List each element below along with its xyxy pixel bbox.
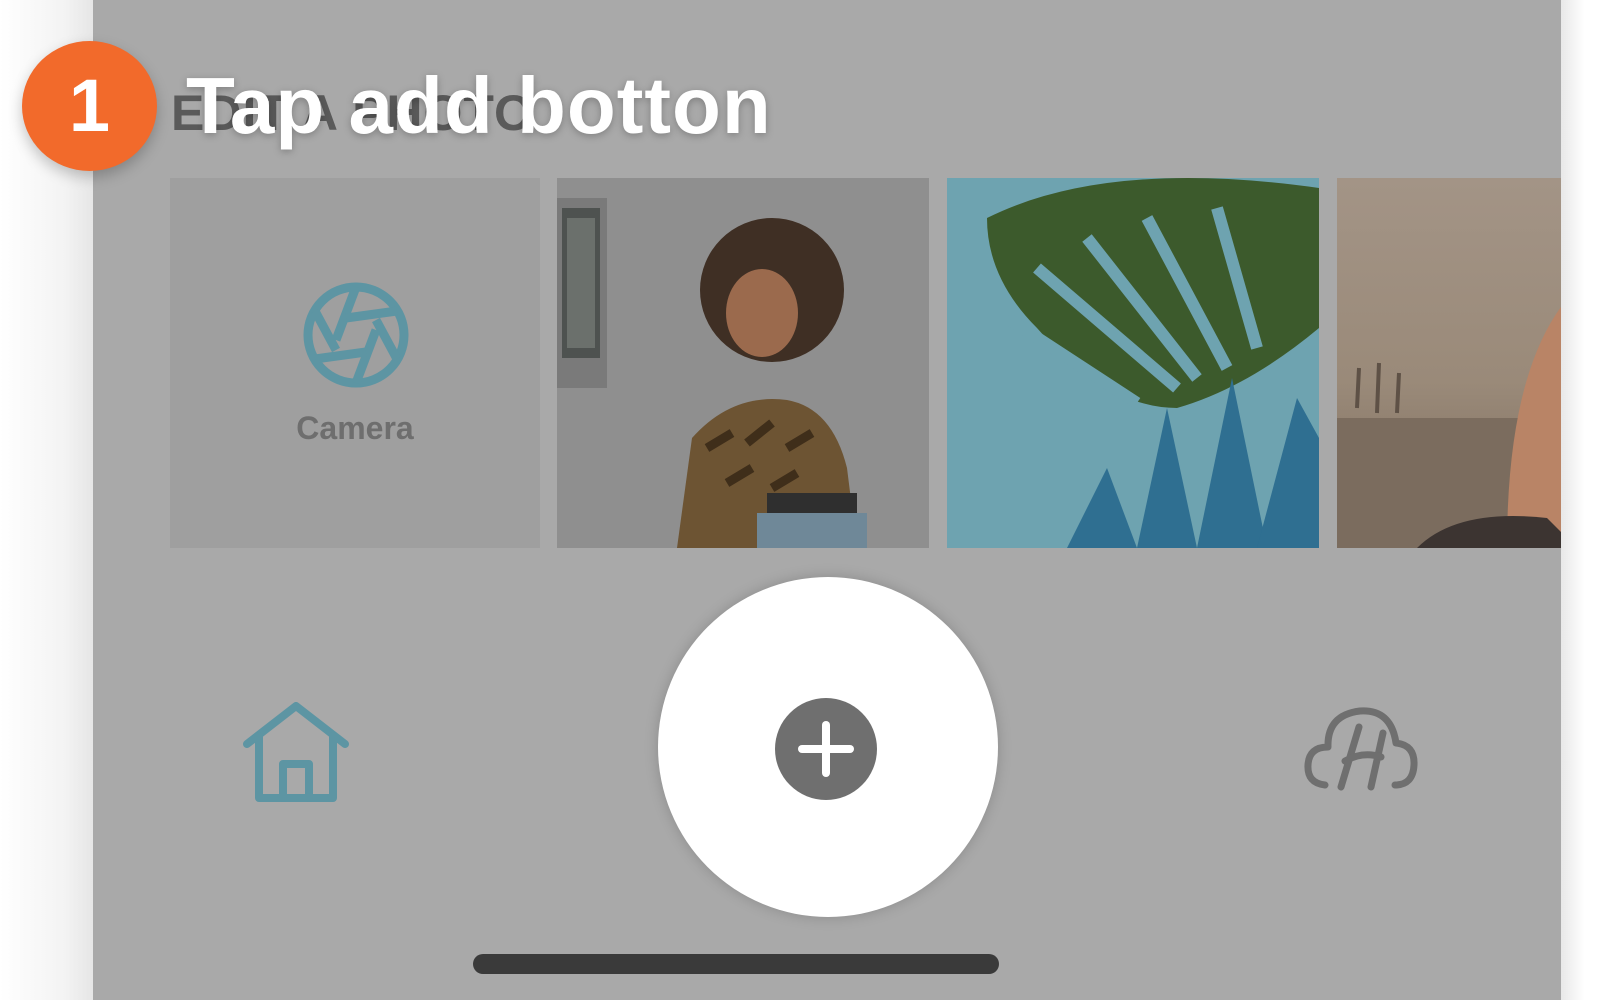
plus-icon-stem bbox=[822, 721, 830, 777]
cloud-h-icon[interactable] bbox=[1303, 705, 1418, 795]
bottom-nav-bar bbox=[93, 560, 1561, 1000]
camera-shutter-icon bbox=[303, 282, 409, 388]
photo-thumbnail[interactable] bbox=[1337, 178, 1561, 548]
photo-thumbnail[interactable] bbox=[947, 178, 1319, 548]
home-indicator bbox=[473, 954, 999, 974]
leaf-photo-image bbox=[947, 178, 1319, 548]
add-button-highlight bbox=[658, 577, 998, 917]
home-icon[interactable] bbox=[243, 702, 349, 802]
camera-tile[interactable]: Camera bbox=[170, 178, 540, 548]
photo-thumbnail[interactable] bbox=[557, 178, 929, 548]
add-button[interactable] bbox=[775, 698, 877, 800]
camera-label: Camera bbox=[296, 410, 414, 446]
street-photo-image bbox=[1337, 178, 1561, 548]
photo-strip: Camera bbox=[170, 178, 1561, 551]
right-margin bbox=[1561, 0, 1600, 1000]
step-number-badge: 1 bbox=[22, 41, 157, 171]
step-instruction: Tap add botton bbox=[186, 61, 772, 150]
portrait-photo-image bbox=[557, 178, 929, 548]
